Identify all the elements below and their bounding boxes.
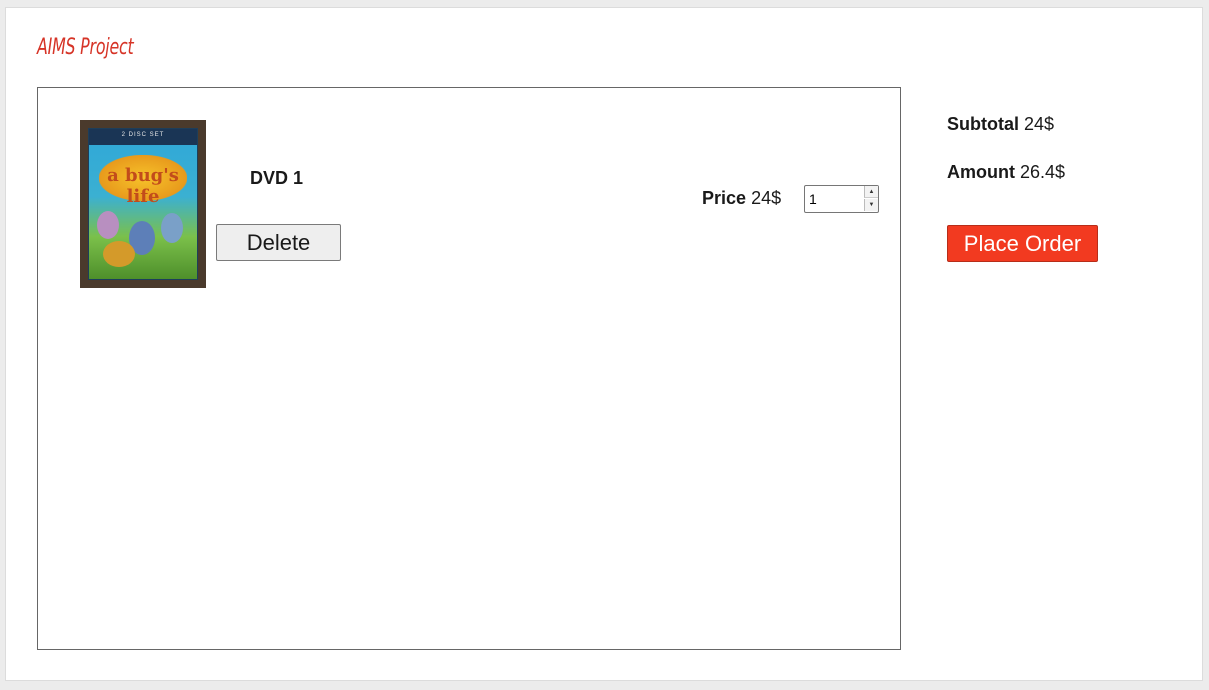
dvd-cover-character (97, 211, 119, 239)
amount-label: Amount (947, 162, 1015, 182)
subtotal-label: Subtotal (947, 114, 1019, 134)
amount: Amount 26.4$ (947, 162, 1065, 183)
delete-button[interactable]: Delete (216, 224, 341, 261)
increment-arrow-icon[interactable]: ▲ (864, 186, 878, 198)
price-label: Price (702, 188, 747, 208)
dvd-cover-character (161, 213, 183, 243)
item-price: Price 24$ (702, 188, 781, 209)
cart-item: 2 DISC SET a bug's life DVD 1 Delete Pri… (38, 88, 900, 298)
amount-value: 26.4$ (1020, 162, 1066, 182)
place-order-button[interactable]: Place Order (947, 225, 1098, 262)
price-value: 24$ (751, 188, 782, 208)
dvd-cover-logo: a bug's life (99, 155, 187, 207)
dvd-cover-character (103, 241, 135, 267)
dvd-cover-art: 2 DISC SET a bug's life (88, 128, 198, 280)
quantity-input[interactable] (805, 186, 863, 212)
dvd-cover-banner-text: 2 DISC SET (121, 132, 165, 138)
item-title: DVD 1 (250, 168, 304, 188)
subtotal-value: 24$ (1024, 114, 1055, 134)
app-title: AIMS Project (37, 35, 134, 60)
cart-panel: 2 DISC SET a bug's life DVD 1 Delete Pri… (37, 87, 901, 650)
quantity-stepper: ▲ ▼ (804, 185, 879, 213)
product-image: 2 DISC SET a bug's life (80, 120, 206, 288)
app-window: AIMS Project 2 DISC SET a bug's life DVD (5, 7, 1203, 681)
subtotal: Subtotal 24$ (947, 114, 1054, 135)
dvd-cover-logo-text: a bug's life (107, 165, 179, 207)
dvd-cover-banner: 2 DISC SET (89, 129, 197, 145)
decrement-arrow-icon[interactable]: ▼ (864, 199, 878, 211)
